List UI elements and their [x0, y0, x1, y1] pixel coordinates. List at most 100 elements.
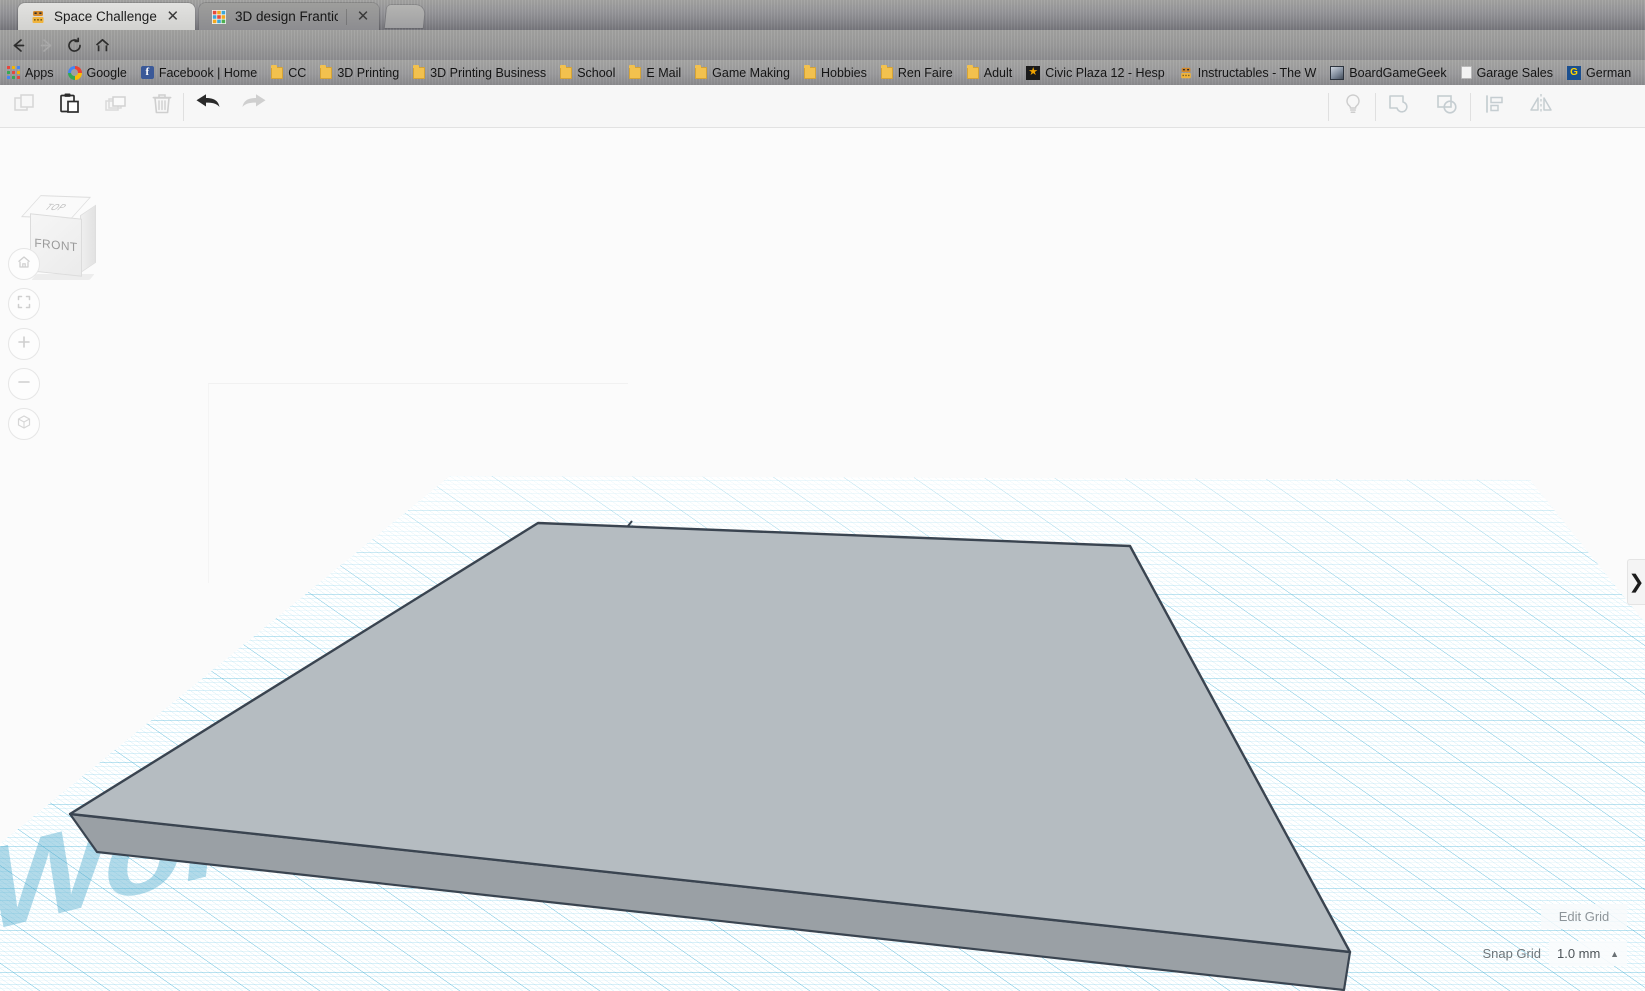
light-button[interactable] [1329, 85, 1376, 128]
bookmark-label: Adult [983, 65, 1013, 80]
bookmark-school[interactable]: School [553, 60, 622, 85]
bookmark-label: 3D Printing [337, 65, 400, 80]
bookmark-label: German [1586, 65, 1632, 80]
bookmark-boardgamegeek[interactable]: BoardGameGeek [1323, 60, 1453, 85]
bookmark-instructables[interactable]: Instructables - The W [1172, 60, 1324, 85]
duplicate-icon [103, 91, 129, 122]
folder-icon [695, 64, 708, 79]
bookmark-cc[interactable]: CC [264, 60, 313, 85]
undo-arrow-icon [193, 91, 223, 122]
folder-icon [880, 64, 893, 79]
instructables-robot-icon [30, 9, 46, 25]
editor-toolbar [0, 85, 1645, 128]
snap-grid-control: Snap Grid 1.0 mm ▲ [1482, 941, 1627, 966]
facebook-icon: f [140, 66, 154, 79]
bookmarks-bar: Apps Google f Facebook | Home CC 3D Prin… [0, 60, 1645, 85]
bookmark-game-making[interactable]: Game Making [688, 60, 797, 85]
folder-icon [966, 64, 979, 79]
fit-to-view-icon [16, 294, 32, 315]
browser-tab-1[interactable]: 3D design Frantic Rottis ✕ [199, 3, 379, 30]
bookmark-german[interactable]: G German [1560, 60, 1638, 85]
bookmark-adult[interactable]: Adult [960, 60, 1020, 85]
group-shapes-icon [1386, 91, 1414, 122]
tinkercad-app: Workplane TOP FRONT [0, 85, 1645, 991]
browser-tab-strip: Space Challenge ✕ 3D design Frantic ✕ [0, 0, 1645, 30]
redo-button[interactable] [230, 85, 277, 128]
home-button[interactable] [90, 34, 114, 57]
bookmark-3d-printing[interactable]: 3D Printing [313, 60, 406, 85]
fit-view-button[interactable] [8, 288, 40, 320]
ortho-perspective-toggle[interactable] [8, 408, 40, 440]
bookmark-apps[interactable]: Apps [0, 60, 61, 85]
duplicate-button[interactable] [92, 85, 139, 128]
chevron-up-icon: ▲ [1610, 948, 1619, 959]
bookmark-label: CC [288, 65, 307, 80]
bookmark-email[interactable]: E Mail [622, 60, 688, 85]
mirror-icon [1527, 91, 1555, 122]
ungroup-shapes-icon [1434, 91, 1462, 122]
back-button[interactable] [6, 34, 30, 57]
align-button[interactable] [1471, 85, 1518, 128]
snap-grid-value: 1.0 mm [1557, 946, 1601, 961]
new-tab-button[interactable] [384, 5, 426, 28]
bookmark-label: BoardGameGeek [1349, 65, 1447, 80]
bookmark-garage-sales[interactable]: Garage Sales [1454, 60, 1560, 85]
right-panel-toggle[interactable]: ❯ [1627, 559, 1645, 605]
paste-button[interactable] [46, 85, 93, 128]
bookmark-label: Google [86, 65, 127, 80]
copy-button[interactable] [0, 85, 47, 128]
bookmark-facebook[interactable]: f Facebook | Home [134, 60, 264, 85]
bookmark-label: Game Making [712, 65, 790, 80]
zoom-in-button[interactable] [8, 328, 40, 360]
tab-divider [346, 8, 347, 25]
edit-grid-button[interactable]: Edit Grid [1541, 904, 1627, 929]
forward-button [34, 34, 58, 57]
view-cube-shadow [31, 274, 95, 280]
bookmark-civic-plaza[interactable]: ★ Civic Plaza 12 - Hesp [1019, 60, 1172, 85]
design-canvas[interactable]: Workplane TOP FRONT [0, 128, 1645, 991]
folder-icon [320, 64, 333, 79]
reload-button[interactable] [62, 34, 86, 57]
tab-close-icon[interactable]: ✕ [355, 9, 371, 25]
browser-tab-title-0: Space Challenge [54, 9, 157, 24]
align-icon [1482, 91, 1508, 122]
home-icon [16, 254, 32, 275]
star-icon: ★ [1026, 65, 1041, 80]
bookmark-label: Facebook | Home [158, 65, 258, 80]
bookmark-label: Garage Sales [1476, 65, 1554, 80]
cube-icon [16, 414, 32, 435]
bookmark-google[interactable]: Google [61, 60, 134, 85]
browser-tab-title-1: 3D design Frantic Rottis [235, 9, 339, 24]
minus-icon [16, 374, 32, 395]
bookmark-label: 3D Printing Business [430, 65, 547, 80]
scene-3d[interactable]: Workplane [0, 128, 1645, 991]
ungroup-button[interactable] [1424, 85, 1471, 128]
group-button[interactable] [1376, 85, 1423, 128]
bookmark-label: E Mail [646, 65, 682, 80]
trash-icon [149, 91, 175, 122]
undo-button[interactable] [184, 85, 231, 128]
tab-close-icon[interactable]: ✕ [165, 9, 181, 25]
plus-icon [16, 334, 32, 355]
page-icon [1460, 66, 1472, 79]
folder-icon [413, 64, 426, 79]
home-view-button[interactable] [8, 248, 40, 280]
apps-grid-icon [7, 66, 20, 79]
browser-tab-0[interactable]: Space Challenge ✕ [18, 3, 195, 30]
zoom-out-button[interactable] [8, 368, 40, 400]
bookmark-3d-printing-business[interactable]: 3D Printing Business [406, 60, 553, 85]
delete-button[interactable] [138, 85, 185, 128]
snap-grid-label: Snap Grid [1482, 946, 1541, 961]
paste-icon [57, 91, 83, 122]
mirror-button[interactable] [1517, 85, 1564, 128]
view-cube-face-right[interactable] [80, 204, 96, 274]
bookmark-hobbies[interactable]: Hobbies [797, 60, 874, 85]
bookmark-label: Ren Faire [897, 65, 953, 80]
redo-arrow-icon [239, 91, 269, 122]
google-icon [67, 65, 82, 80]
bookmark-label: School [577, 65, 616, 80]
bookmark-ren-faire[interactable]: Ren Faire [874, 60, 960, 85]
tinkercad-icon [211, 9, 227, 25]
boardgamegeek-icon [1330, 65, 1345, 80]
snap-grid-select[interactable]: 1.0 mm ▲ [1549, 941, 1627, 966]
